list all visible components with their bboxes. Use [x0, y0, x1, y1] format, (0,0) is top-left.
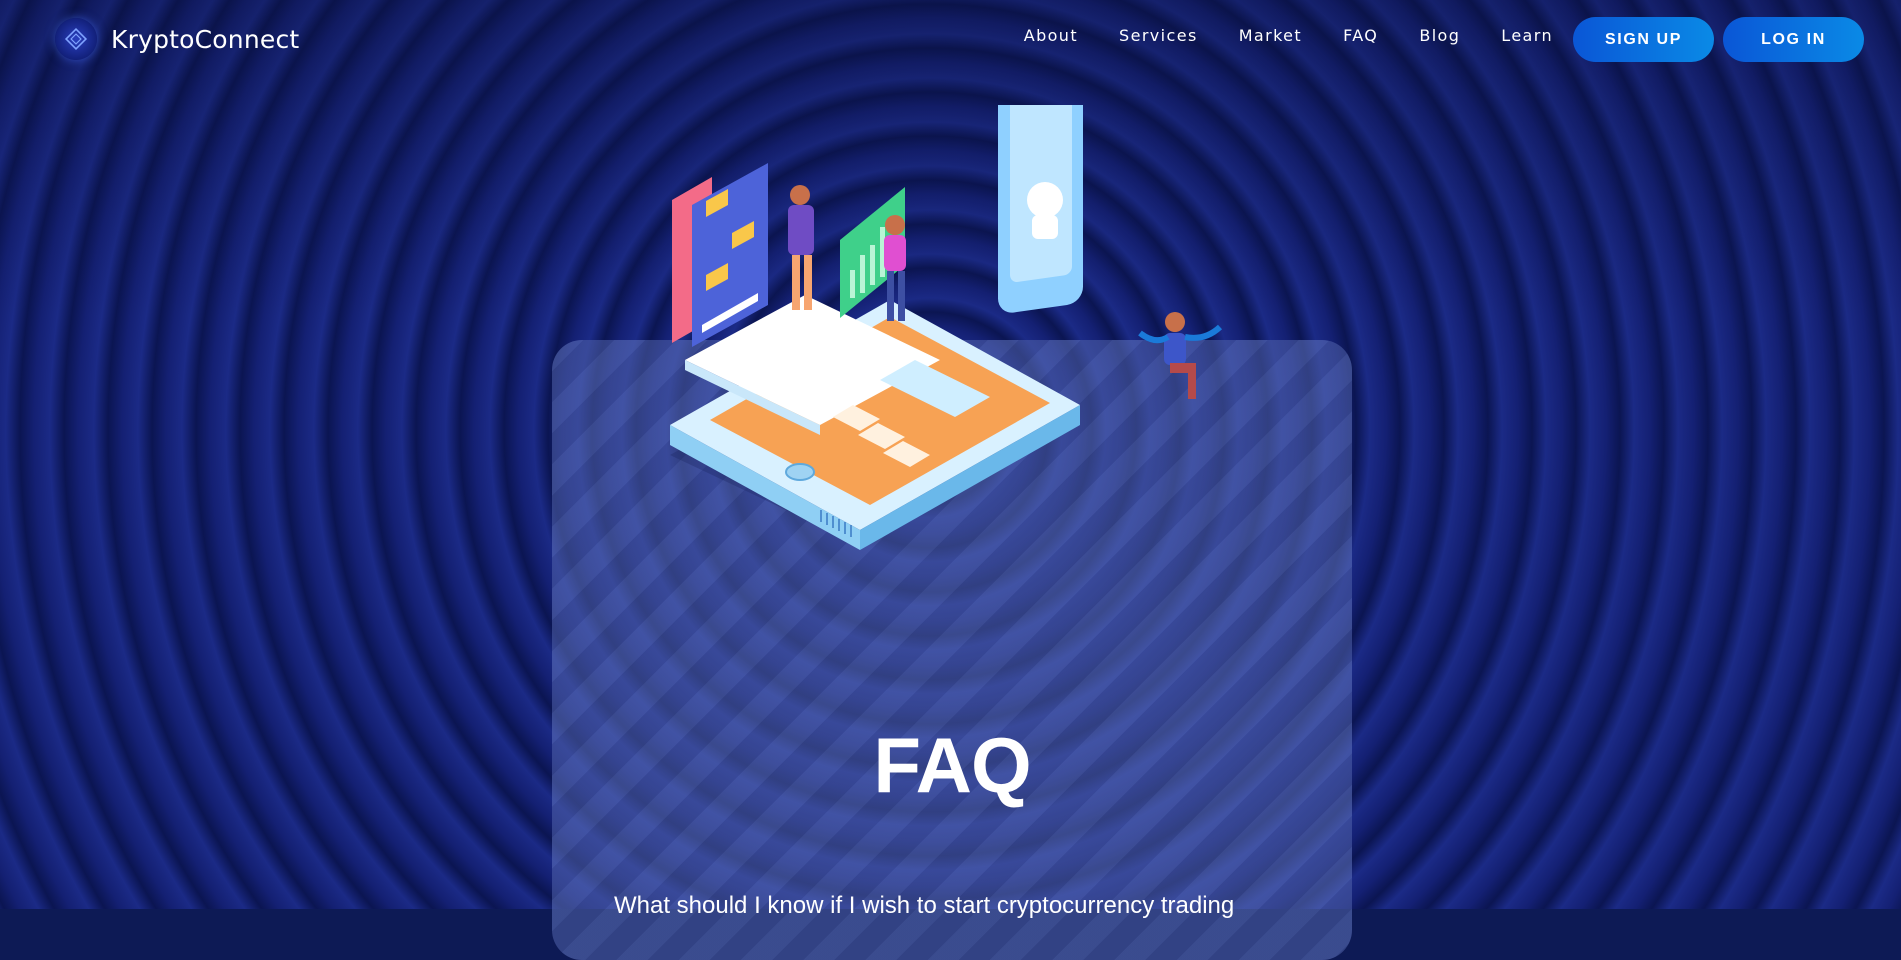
log-in-button[interactable]: LOG IN [1723, 17, 1864, 62]
brand-name: KryptoConnect [111, 24, 300, 54]
nav-item-services[interactable]: Services [1119, 26, 1198, 45]
nav-item-learn[interactable]: Learn [1501, 26, 1553, 45]
isometric-phone-illustration [670, 105, 1223, 550]
faq-question[interactable]: What should I know if I wish to start cr… [614, 892, 1234, 920]
brand-logo-link[interactable]: KryptoConnect [55, 18, 299, 60]
main-nav: About Services Market FAQ Blog Learn [1024, 26, 1553, 45]
nav-item-blog[interactable]: Blog [1419, 26, 1460, 45]
page-title: FAQ [873, 721, 1031, 809]
nav-item-market[interactable]: Market [1239, 26, 1302, 45]
site-header: KryptoConnect About Services Market FAQ … [0, 0, 1901, 80]
nav-item-faq[interactable]: FAQ [1343, 26, 1378, 45]
diamond-logo-icon [55, 18, 97, 60]
nav-item-about[interactable]: About [1024, 26, 1078, 45]
sign-up-button[interactable]: SIGN UP [1573, 17, 1714, 62]
